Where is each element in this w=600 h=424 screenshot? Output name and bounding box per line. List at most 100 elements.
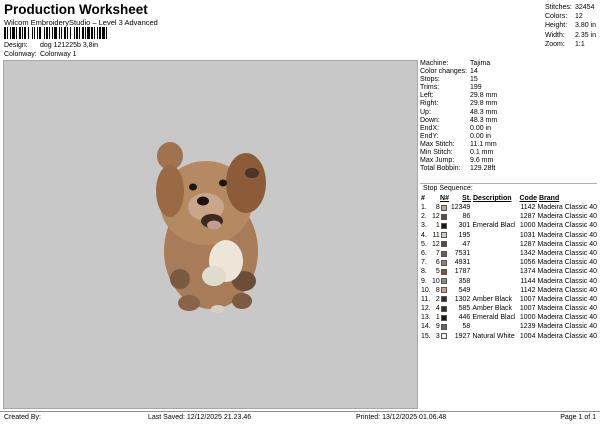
- detail-row: EndY: 0.00 in: [420, 133, 597, 141]
- row-code: 1056: [519, 259, 536, 267]
- detail-value: 14: [470, 68, 478, 76]
- table-row: 1. 8 12349 1142 Madeira Classic 40: [421, 203, 597, 212]
- table-header: # N# St. Description Code Brand: [421, 194, 597, 203]
- row-stitches: 1787: [454, 268, 471, 276]
- row-needle: 2: [435, 295, 440, 303]
- header-code: Code: [519, 195, 538, 202]
- row-index: 3.: [421, 222, 427, 230]
- summary-row: Stitches: 32454: [545, 3, 596, 12]
- printed-date: Printed: 13/12/2025 01.06.48: [356, 414, 447, 421]
- summary-row: Zoom: 1:1: [545, 40, 596, 49]
- table-row: 8. 5 1787 1374 Madeira Classic 40: [421, 267, 597, 276]
- row-index: 5.: [421, 240, 427, 248]
- detail-label: EndY:: [420, 132, 439, 140]
- summary-label: Width:: [545, 31, 565, 39]
- header-brand: Brand: [539, 195, 560, 202]
- design-info: Design: dog 121225b 3,8in: [4, 42, 98, 49]
- row-needle: 1: [435, 314, 440, 322]
- row-stitches: 58: [462, 323, 471, 331]
- row-needle: 11: [432, 231, 440, 239]
- row-index: 9.: [421, 277, 427, 285]
- footer: Created By: Last Saved: 12/12/2025 21.23…: [0, 411, 600, 424]
- summary-value: 3.80 in: [575, 22, 597, 30]
- colorway-value: Colonway 1: [40, 51, 77, 58]
- summary-value: 1:1: [575, 40, 585, 48]
- row-stitches: 1302: [454, 295, 471, 303]
- row-index: 10.: [421, 286, 431, 294]
- machine-details: Machine: Tajima Color changes: 14 Stops: 15…: [420, 60, 597, 173]
- row-needle: 9: [435, 323, 440, 331]
- row-code: 1142: [520, 286, 536, 294]
- detail-row: Left: 29.8 mm: [420, 92, 597, 100]
- detail-label: Min Stitch:: [420, 149, 453, 157]
- color-swatch: [440, 259, 449, 266]
- table-row: 14. 9 58 1239 Madeira Classic 40: [421, 322, 597, 331]
- row-stitches: 7531: [454, 249, 471, 257]
- row-needle: 10: [431, 277, 440, 285]
- row-stitches: 4931: [454, 259, 471, 267]
- row-brand: Madeira Classic 40: [537, 277, 597, 285]
- table-row: 5. 12 47 1287 Madeira Classic 40: [421, 240, 597, 249]
- created-by: Created By:: [4, 414, 41, 421]
- header-needle: N#: [440, 195, 449, 202]
- detail-row: Min Stitch: 0.1 mm: [420, 149, 597, 157]
- stop-rows: 1. 8 12349 1142 Madeira Classic 40 2. 12 86 1287…: [421, 203, 597, 341]
- detail-row: Up: 48.3 mm: [420, 109, 597, 117]
- page-number: Page 1 of 1: [560, 414, 596, 421]
- row-code: 1007: [519, 295, 536, 303]
- software-name: Wilcom EmbroideryStudio – Level 3 Advanc…: [4, 18, 158, 27]
- header-stitches: St.: [462, 195, 471, 202]
- row-stitches: 1927: [454, 332, 471, 340]
- row-brand: Madeira Classic 40: [537, 240, 597, 248]
- detail-row: Max Jump: 9.6 mm: [420, 157, 597, 165]
- row-code: 1142: [520, 204, 536, 211]
- summary-label: Height:: [545, 22, 568, 30]
- design-barcode: [4, 27, 109, 39]
- row-index: 8.: [421, 268, 427, 276]
- row-stitches: 358: [458, 277, 471, 285]
- row-code: 1000: [519, 314, 536, 322]
- detail-row: Down: 48.3 mm: [420, 117, 597, 125]
- row-needle: 12: [431, 240, 440, 248]
- embroidery-dog-image: [156, 142, 266, 313]
- row-index: 14.: [421, 323, 431, 331]
- row-brand: Madeira Classic 40: [537, 213, 597, 221]
- row-code: 1287: [519, 213, 536, 221]
- detail-value: 29.8 mm: [470, 100, 498, 108]
- detail-label: EndX:: [420, 124, 440, 132]
- stop-sequence-title: Stop Sequence:: [423, 185, 473, 192]
- summary-row: Height: 3.80 in: [545, 21, 596, 30]
- row-brand: Madeira Classic 40: [537, 259, 597, 267]
- row-brand: Madeira Classic 40: [537, 222, 597, 230]
- row-needle: 5: [435, 268, 440, 276]
- row-brand: Madeira Classic 40: [537, 305, 597, 313]
- row-description: Emerald Black: [472, 314, 515, 322]
- color-swatch: [440, 204, 449, 211]
- row-code: 1374: [519, 268, 536, 276]
- row-description: Amber Black: [472, 295, 513, 303]
- row-brand: Madeira Classic 40: [537, 268, 597, 276]
- row-index: 1.: [421, 204, 427, 211]
- row-needle: 3: [435, 332, 440, 340]
- color-swatch: [440, 278, 449, 285]
- stop-sequence-table: # N# St. Description Code Brand 1. 8 12349…: [421, 194, 597, 341]
- row-index: 13.: [421, 314, 431, 322]
- row-brand: Madeira Classic 40: [537, 295, 597, 303]
- row-brand: Madeira Classic 40: [537, 249, 597, 257]
- detail-row: Machine: Tajima: [420, 60, 597, 68]
- table-row: 6. 7 7531 1342 Madeira Classic 40: [421, 249, 597, 258]
- color-swatch: [440, 213, 449, 220]
- summary-label: Stitches:: [545, 4, 572, 11]
- detail-row: Stops: 15: [420, 76, 597, 84]
- detail-row: EndX: 0.00 in: [420, 125, 597, 133]
- color-swatch: [440, 222, 449, 229]
- detail-row: Max Stitch: 11.1 mm: [420, 141, 597, 149]
- table-row: 15. 3 1927 Natural White 1004 Madeira Classic…: [421, 332, 597, 341]
- row-index: 7.: [421, 259, 427, 267]
- color-swatch: [440, 324, 449, 331]
- colorway-info: Colonway: Colonway 1: [4, 51, 77, 58]
- row-description: Amber Black: [472, 305, 513, 313]
- table-row: 9. 10 358 1144 Madeira Classic 40: [421, 277, 597, 286]
- detail-row: Trims: 199: [420, 84, 597, 92]
- row-index: 2.: [421, 213, 427, 221]
